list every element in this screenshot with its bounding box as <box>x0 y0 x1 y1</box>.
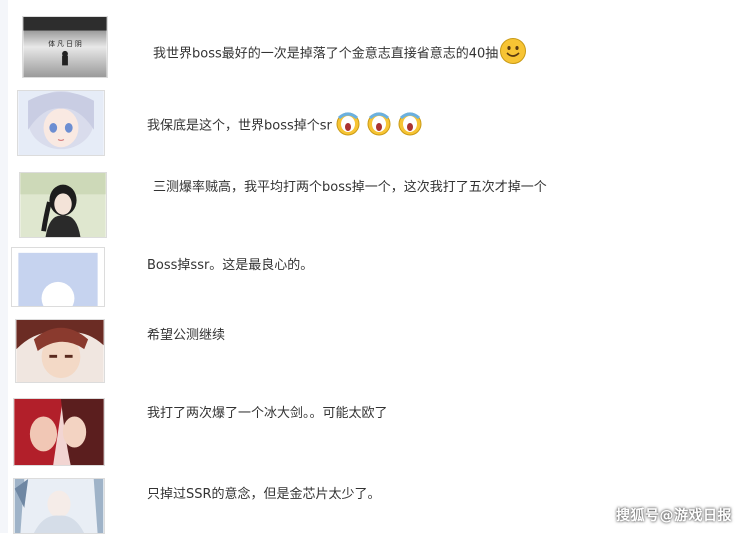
black-hair-girl-avatar <box>20 173 106 237</box>
comment-text: 我打了两次爆了一个冰大剑。。可能太欧了 <box>147 405 388 423</box>
avatar[interactable] <box>17 90 105 156</box>
smile-emoji-icon <box>499 37 527 71</box>
comment-text: 只掉过SSR的意念，但是金芯片太少了。 <box>147 486 381 504</box>
crying-emoji-icon <box>395 110 425 142</box>
comment-text-content: 三测爆率贼高，我平均打两个boss掉一个，这次我打了五次才掉一个 <box>153 180 547 195</box>
comment-text-content: 我世界boss最好的一次是掉落了个金意志直接省意志的40抽 <box>153 46 499 62</box>
watermark: 搜狐号@游戏日报 <box>616 508 732 524</box>
monochrome-scene-avatar: 体 凡 日 阴 <box>23 17 107 77</box>
anime-girl-avatar <box>18 91 104 155</box>
comment-text-content: 希望公测继续 <box>147 328 226 343</box>
avatar[interactable] <box>13 398 105 466</box>
comment-text-content: 只掉过SSR的意念，但是金芯片太少了。 <box>147 487 381 502</box>
avatar[interactable] <box>11 247 105 307</box>
red-hair-boy-avatar <box>16 320 104 382</box>
comment-text: 三测爆率贼高，我平均打两个boss掉一个，这次我打了五次才掉一个 <box>153 179 547 197</box>
crying-emoji-icon <box>364 110 394 142</box>
avatar[interactable] <box>15 319 105 383</box>
default-user-avatar <box>12 248 104 306</box>
comment-text-content: 我保底是这个，世界boss掉个sr <box>147 118 332 134</box>
avatar[interactable]: 体 凡 日 阴 <box>22 16 108 78</box>
avatar[interactable] <box>13 478 105 534</box>
avatar-caption: 体 凡 日 阴 <box>48 39 82 48</box>
white-hair-girl-avatar <box>14 479 104 533</box>
comment-text: 我世界boss最好的一次是掉落了个金意志直接省意志的40抽 <box>153 37 527 71</box>
crying-emoji-icon <box>333 110 363 142</box>
comment-text: 我保底是这个，世界boss掉个sr <box>147 110 425 142</box>
comment-text: 希望公测继续 <box>147 327 225 345</box>
avatar[interactable] <box>19 172 107 238</box>
left-panel-strip <box>0 0 8 533</box>
comment-text-content: 我打了两次爆了一个冰大剑。。可能太欧了 <box>147 406 388 421</box>
comment-text: Boss掉ssr。这是最良心的。 <box>147 257 313 275</box>
couple-avatar <box>14 399 104 465</box>
comment-text-content: Boss掉ssr。这是最良心的。 <box>147 258 314 273</box>
